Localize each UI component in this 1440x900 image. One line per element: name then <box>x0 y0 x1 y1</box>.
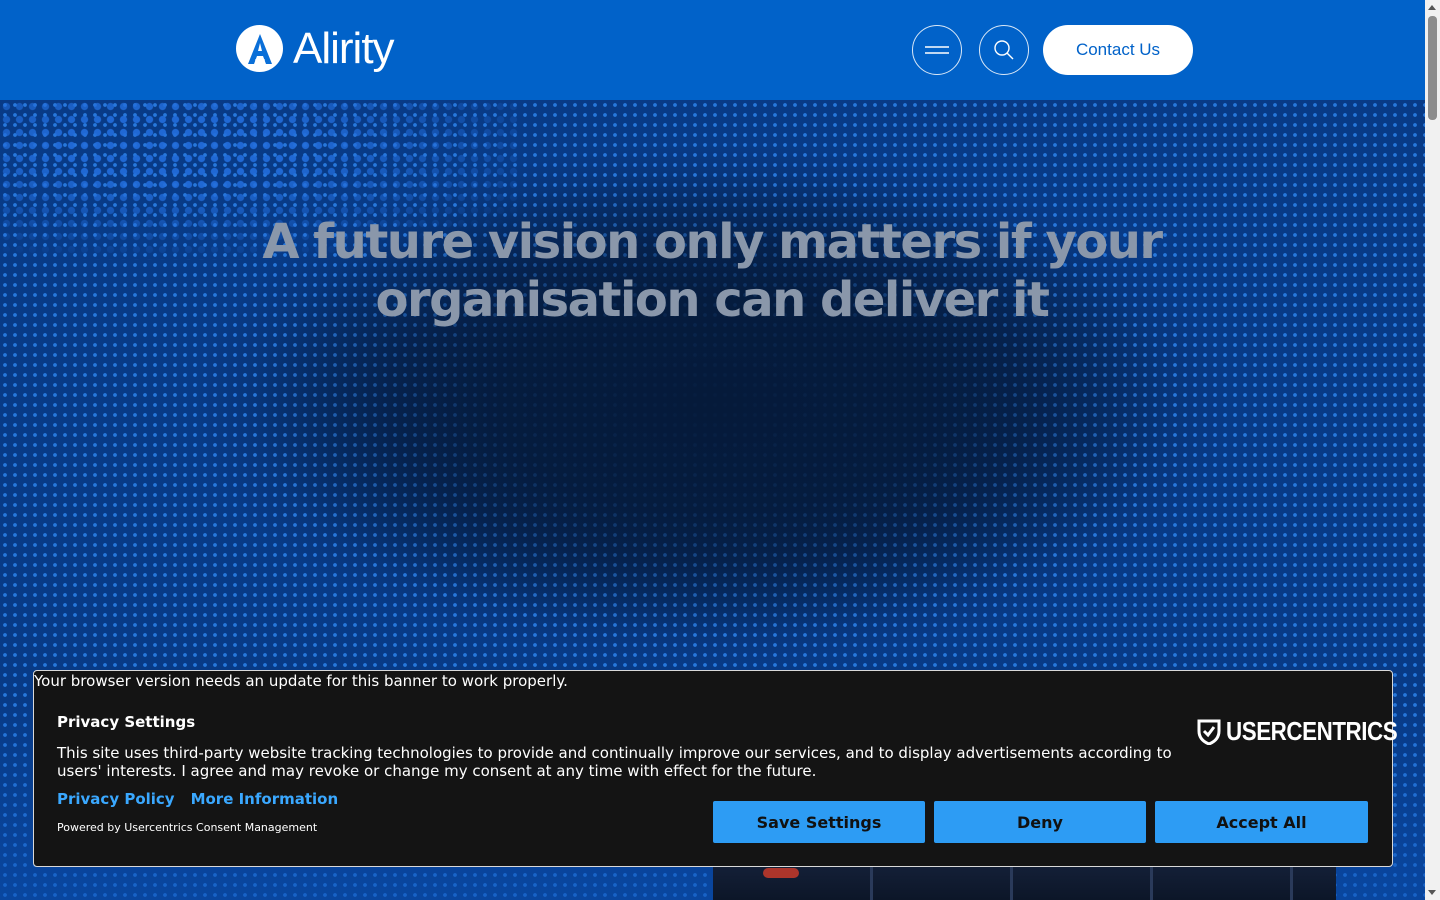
save-settings-button[interactable]: Save Settings <box>713 801 925 843</box>
search-button[interactable] <box>979 25 1029 75</box>
site-header: Alirity Contact Us <box>0 0 1425 100</box>
consent-description: This site uses third-party website track… <box>57 744 1172 780</box>
consent-banner: Your browser version needs an update for… <box>33 670 1398 867</box>
powered-by-text: Powered by Usercentrics Consent Manageme… <box>57 821 318 834</box>
consent-links: Privacy Policy More Information <box>57 790 338 808</box>
shield-check-icon <box>1197 719 1221 745</box>
deny-button[interactable]: Deny <box>934 801 1146 843</box>
logo-mark-icon <box>236 25 283 72</box>
accept-all-button[interactable]: Accept All <box>1155 801 1368 843</box>
browser-warning: Your browser version needs an update for… <box>34 672 568 690</box>
contact-us-button[interactable]: Contact Us <box>1043 25 1193 75</box>
hero-image-highlight <box>763 868 799 878</box>
page-scrollbar[interactable] <box>1425 0 1440 900</box>
usercentrics-logo: USERCENTRICS <box>1197 716 1425 747</box>
menu-button[interactable] <box>912 25 962 75</box>
usercentrics-wordmark: USERCENTRICS <box>1226 716 1398 746</box>
site-logo[interactable]: Alirity <box>236 23 395 73</box>
scroll-down-arrow-icon[interactable] <box>1428 890 1436 895</box>
more-information-link[interactable]: More Information <box>191 790 339 808</box>
scroll-thumb[interactable] <box>1428 16 1437 120</box>
hero-title: A future vision only matters if your org… <box>262 214 1163 328</box>
hamburger-icon <box>925 46 949 54</box>
privacy-policy-link[interactable]: Privacy Policy <box>57 790 175 808</box>
logo-text: Alirity <box>293 23 395 73</box>
scroll-up-arrow-icon[interactable] <box>1428 5 1436 10</box>
search-icon <box>994 40 1014 60</box>
consent-title: Privacy Settings <box>57 713 196 731</box>
